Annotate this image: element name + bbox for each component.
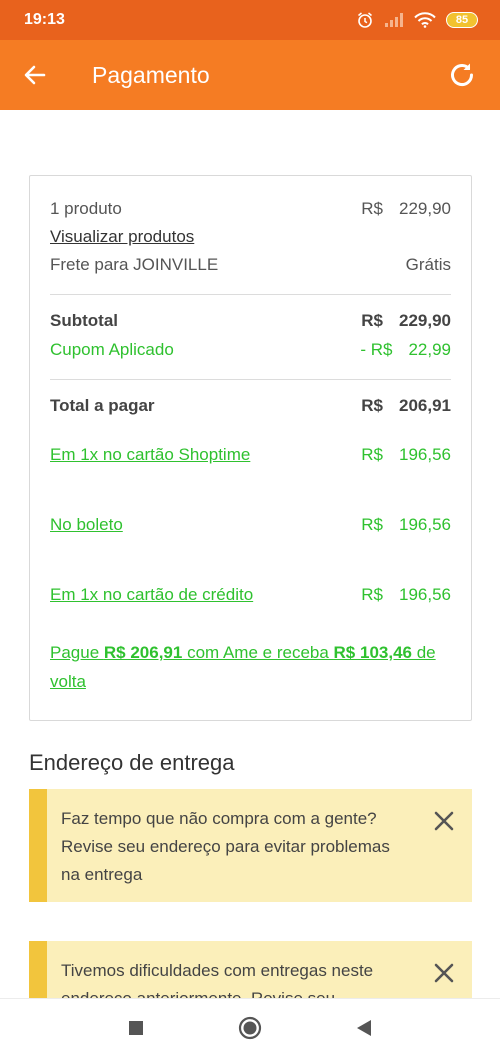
alert-text: Faz tempo que não compra com a gente? Re… (61, 809, 390, 884)
coupon-label: Cupom Aplicado (50, 340, 174, 359)
payment-option-value: 196,56 (399, 585, 451, 604)
subtotal-label: Subtotal (50, 311, 118, 330)
payment-option-currency: R$ (361, 515, 383, 534)
payment-option-boleto[interactable]: No boleto R$ 196,56 (50, 514, 451, 536)
refresh-button[interactable] (442, 55, 482, 95)
wifi-icon (414, 12, 436, 28)
ame-promo-amount: R$ 206,91 (103, 643, 183, 662)
payment-option-price: R$ 196,56 (361, 514, 451, 536)
total-currency: R$ (361, 396, 383, 415)
recent-apps-icon (129, 1020, 143, 1035)
ame-promo-cashback: R$ 103,46 (333, 643, 412, 662)
status-time: 19:13 (24, 11, 65, 28)
coupon-value: 22,99 (408, 340, 451, 359)
subtotal-price: R$ 229,90 (361, 310, 451, 332)
back-button[interactable] (0, 40, 70, 110)
subtotal-row: Subtotal R$ 229,90 (50, 310, 451, 332)
status-icons: 85 (356, 11, 478, 29)
alert-text: Tivemos dificuldades com entregas neste … (61, 961, 374, 998)
address-alert: Tivemos dificuldades com entregas neste … (29, 941, 472, 998)
products-currency: R$ (361, 199, 383, 218)
payment-option-value: 196,56 (399, 445, 451, 464)
payment-option-price: R$ 196,56 (361, 584, 451, 606)
total-row: Total a pagar R$ 206,91 (50, 395, 451, 417)
back-icon (357, 1019, 371, 1036)
payment-option-value: 196,56 (399, 515, 451, 534)
shipping-label: Frete para JOINVILLE (50, 255, 219, 274)
coupon-currency: - R$ (360, 340, 393, 359)
payment-option-currency: R$ (361, 445, 383, 464)
app-bar: Pagamento (0, 40, 500, 110)
home-button[interactable] (237, 1015, 263, 1041)
recent-apps-button[interactable] (123, 1015, 149, 1041)
divider (50, 379, 451, 380)
view-products-link[interactable]: Visualizar produtos (50, 226, 194, 248)
coupon-row: Cupom Aplicado - R$ 22,99 (50, 339, 451, 361)
payment-option-label[interactable]: No boleto (50, 514, 123, 536)
refresh-icon (451, 63, 474, 87)
payment-option-price: R$ 196,56 (361, 444, 451, 466)
divider (50, 294, 451, 295)
total-value: 206,91 (399, 396, 451, 415)
subtotal-currency: R$ (361, 311, 383, 330)
signal-icon (384, 12, 404, 28)
coupon-discount: - R$ 22,99 (360, 339, 451, 361)
page-content[interactable]: 1 produto R$ 229,90 Visualizar produtos … (0, 110, 500, 998)
products-row: 1 produto R$ 229,90 (50, 198, 451, 220)
status-bar: 19:13 85 (0, 0, 500, 40)
page-title: Pagamento (92, 61, 210, 88)
close-icon (434, 811, 454, 831)
payment-option-shoptime-card[interactable]: Em 1x no cartão Shoptime R$ 196,56 (50, 444, 451, 466)
payment-option-credit-card[interactable]: Em 1x no cartão de crédito R$ 196,56 (50, 584, 451, 606)
products-price: R$ 229,90 (361, 198, 451, 220)
alarm-icon (356, 11, 374, 29)
delivery-section-title: Endereço de entrega (29, 750, 235, 775)
view-products-row: Visualizar produtos (50, 226, 451, 248)
system-nav-bar (0, 998, 500, 1056)
shipping-value: Grátis (405, 255, 451, 274)
close-icon (434, 963, 454, 983)
order-summary-card: 1 produto R$ 229,90 Visualizar produtos … (29, 175, 472, 721)
address-alert: Faz tempo que não compra com a gente? Re… (29, 789, 472, 902)
home-icon (238, 1016, 262, 1039)
subtotal-value: 229,90 (399, 311, 451, 330)
total-price: R$ 206,91 (361, 395, 451, 417)
payment-option-label[interactable]: Em 1x no cartão de crédito (50, 584, 253, 606)
products-count: 1 produto (50, 199, 122, 218)
alert-close-button[interactable] (430, 807, 458, 835)
products-value: 229,90 (399, 199, 451, 218)
ame-cashback-link[interactable]: Pague R$ 206,91 com Ame e receba R$ 103,… (50, 638, 451, 696)
payment-option-label[interactable]: Em 1x no cartão Shoptime (50, 444, 250, 466)
total-label: Total a pagar (50, 396, 155, 415)
arrow-left-icon (24, 65, 46, 85)
ame-promo-prefix: Pague (50, 643, 104, 662)
system-back-button[interactable] (351, 1015, 377, 1041)
ame-promo-middle: com Ame e receba (182, 643, 334, 662)
payment-option-currency: R$ (361, 585, 383, 604)
battery-icon: 85 (446, 12, 478, 28)
shipping-row: Frete para JOINVILLE Grátis (50, 254, 451, 276)
alert-close-button[interactable] (430, 959, 458, 987)
